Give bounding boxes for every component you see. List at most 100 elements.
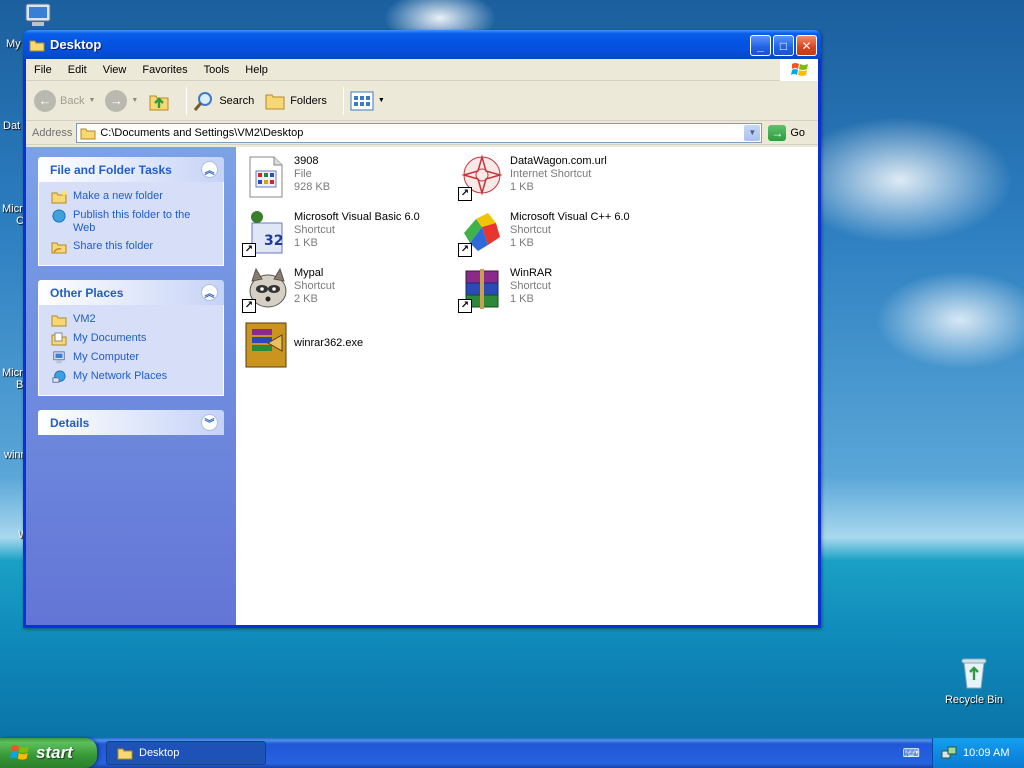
go-label: Go (790, 126, 806, 139)
task-publish-folder[interactable]: Publish this folder to the Web (51, 209, 215, 235)
place-label: My Network Places (73, 370, 168, 382)
keyboard-icon[interactable]: ⌨ (903, 746, 920, 760)
menu-file[interactable]: File (26, 64, 60, 76)
place-vm2[interactable]: VM2 (51, 313, 215, 327)
dropdown-arrow-icon[interactable]: ▼ (131, 97, 138, 104)
file-item-mypal[interactable]: ↗ Mypal Shortcut 2 KB (242, 265, 335, 313)
place-my-documents[interactable]: My Documents (51, 332, 215, 346)
visual-cpp-icon: ↗ (458, 209, 506, 257)
close-button[interactable]: ✕ (796, 35, 817, 56)
task-pane: File and Folder Tasks ︽ Make a new folde… (26, 147, 236, 625)
address-dropdown-icon[interactable]: ▼ (744, 124, 761, 141)
file-size: 928 KB (294, 181, 331, 193)
start-button[interactable]: start (0, 738, 97, 768)
back-label: Back (60, 94, 85, 107)
generic-file-icon (242, 153, 290, 201)
toolbar-separator (186, 86, 188, 115)
task-label: Make a new folder (73, 190, 163, 202)
network-status-icon[interactable] (941, 745, 957, 761)
menu-tools[interactable]: Tools (196, 64, 238, 76)
folder-icon (29, 40, 45, 51)
desktop-icon-recycle-bin[interactable]: Recycle Bin (940, 656, 1008, 706)
panel-header[interactable]: Other Places ︽ (38, 280, 224, 305)
shortcut-arrow-icon: ↗ (458, 243, 472, 257)
file-list: 3908 File 928 KB ↗ DataWagon.com.url Int… (236, 147, 818, 625)
folders-label: Folders (290, 94, 327, 107)
file-type: File (294, 168, 312, 180)
file-name: 3908 (294, 155, 319, 167)
search-button[interactable]: Search (193, 90, 254, 112)
forward-button[interactable]: → ▼ (105, 89, 138, 112)
file-type: Shortcut (294, 224, 335, 236)
desktop-label-fragment: winr (4, 449, 25, 461)
folder-up-icon (149, 95, 169, 110)
mypal-raccoon-icon: ↗ (242, 265, 290, 313)
svg-text:32: 32 (264, 233, 283, 249)
file-name: winrar362.exe (294, 337, 364, 349)
menu-help[interactable]: Help (237, 64, 276, 76)
taskbar-button-desktop[interactable]: Desktop (106, 741, 266, 765)
file-type: Internet Shortcut (510, 168, 592, 180)
internet-shortcut-icon: ↗ (458, 153, 506, 201)
panel-header[interactable]: Details ︾ (38, 410, 224, 435)
address-value: C:\Documents and Settings\VM2\Desktop (100, 126, 304, 139)
clock[interactable]: 10:09 AM (963, 747, 1009, 759)
file-item-visual-cpp[interactable]: ↗ Microsoft Visual C++ 6.0 Shortcut 1 KB (458, 209, 630, 257)
collapse-chevron-icon[interactable]: ︽ (201, 161, 218, 178)
file-folder-tasks-panel: File and Folder Tasks ︽ Make a new folde… (38, 157, 224, 266)
dropdown-arrow-icon[interactable]: ▼ (378, 97, 385, 104)
file-type: Shortcut (294, 280, 335, 292)
menu-view[interactable]: View (95, 64, 135, 76)
dropdown-arrow-icon[interactable]: ▼ (88, 97, 95, 104)
file-size: 2 KB (294, 293, 318, 305)
taskbar: start Desktop ⌨ 10:09 AM (0, 738, 1024, 768)
file-item-3908[interactable]: 3908 File 928 KB (242, 153, 330, 201)
expand-chevron-icon[interactable]: ︾ (201, 414, 218, 431)
panel-header[interactable]: File and Folder Tasks ︽ (38, 157, 224, 182)
menu-edit[interactable]: Edit (60, 64, 95, 76)
shortcut-arrow-icon: ↗ (458, 187, 472, 201)
window-title: Desktop (50, 37, 102, 52)
go-button[interactable]: → Go (768, 124, 806, 141)
folders-button[interactable]: Folders (264, 91, 327, 111)
address-input[interactable]: C:\Documents and Settings\VM2\Desktop ▼ (76, 122, 763, 143)
place-my-network-places[interactable]: My Network Places (51, 370, 215, 384)
maximize-button[interactable]: □ (773, 35, 794, 56)
minimize-button[interactable]: _ (750, 35, 771, 56)
collapse-chevron-icon[interactable]: ︽ (201, 284, 218, 301)
my-documents-icon (51, 332, 67, 346)
visual-basic-icon: 32 ↗ (242, 209, 290, 257)
views-icon (350, 91, 374, 110)
main-area: File and Folder Tasks ︽ Make a new folde… (26, 147, 818, 625)
up-folder-button[interactable] (148, 90, 170, 112)
panel-title: Details (50, 415, 90, 430)
file-item-datawagon[interactable]: ↗ DataWagon.com.url Internet Shortcut 1 … (458, 153, 607, 201)
panel-title: Other Places (50, 285, 124, 300)
place-my-computer[interactable]: My Computer (51, 351, 215, 365)
shortcut-arrow-icon: ↗ (458, 299, 472, 313)
task-make-new-folder[interactable]: Make a new folder (51, 190, 215, 204)
shortcut-arrow-icon: ↗ (242, 299, 256, 313)
file-item-winrar[interactable]: ↗ WinRAR Shortcut 1 KB (458, 265, 552, 313)
file-item-visual-basic[interactable]: 32 ↗ Microsoft Visual Basic 6.0 Shortcut… (242, 209, 420, 257)
close-icon: ✕ (801, 38, 812, 53)
recycle-bin-label: Recycle Bin (944, 694, 1004, 706)
title-bar[interactable]: Desktop _ □ ✕ (23, 30, 821, 59)
back-button[interactable]: ← Back ▼ (34, 89, 95, 112)
file-size: 1 KB (510, 181, 534, 193)
task-label: Share this folder (73, 240, 154, 252)
views-button[interactable]: ▼ (350, 91, 385, 111)
task-share-folder[interactable]: Share this folder (51, 240, 215, 254)
winrar-installer-icon (242, 321, 290, 369)
window-client: File Edit View Favorites Tools Help ← Ba… (26, 59, 818, 625)
back-arrow-icon: ← (34, 89, 56, 112)
new-folder-icon (51, 190, 67, 204)
place-label: My Documents (73, 332, 147, 344)
desktop-icon-my-computer[interactable] (22, 2, 56, 32)
menu-favorites[interactable]: Favorites (134, 64, 195, 76)
file-item-winrar-installer[interactable]: winrar362.exe (242, 321, 363, 369)
place-label: VM2 (73, 313, 96, 325)
file-name: Mypal (294, 267, 324, 279)
panel-title: File and Folder Tasks (50, 162, 172, 177)
place-label: My Computer (73, 351, 140, 363)
